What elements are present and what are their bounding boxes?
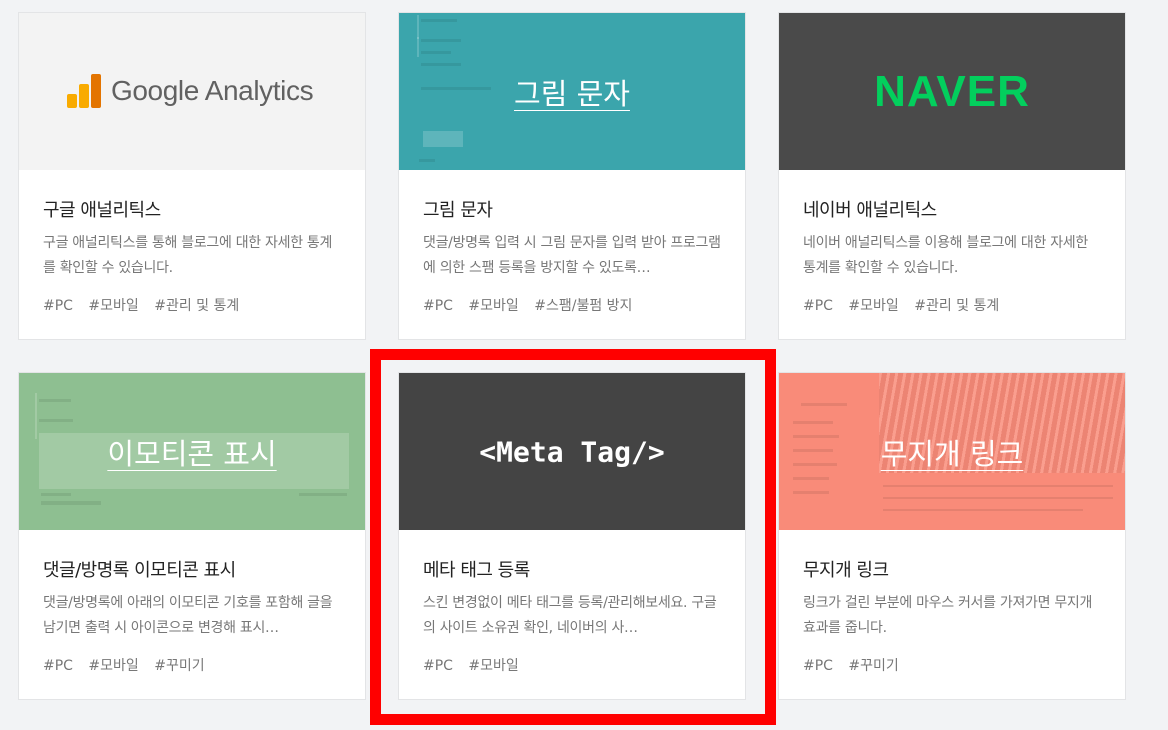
card-thumbnail: <Meta Tag/>: [399, 373, 745, 530]
card-thumbnail: 무지개 링크: [779, 373, 1125, 530]
card-tags: #PC #모바일 #스팸/불펌 방지: [423, 295, 721, 315]
plugin-card-meta-tag[interactable]: <Meta Tag/> 메타 태그 등록 스킨 변경없이 메타 태그를 등록/관…: [398, 372, 746, 700]
card-title: 구글 애널리틱스: [43, 200, 161, 221]
google-analytics-icon: [67, 74, 101, 108]
google-analytics-wordmark: Google Analytics: [111, 75, 314, 106]
plugin-card-google-analytics[interactable]: Google Analytics 구글 애널리틱스 구글 애널리틱스를 통해 블…: [18, 12, 366, 340]
card-tags: #PC #모바일 #관리 및 통계: [43, 295, 341, 315]
plugin-grid: Google Analytics 구글 애널리틱스 구글 애널리틱스를 통해 블…: [0, 0, 1168, 730]
naver-logo: NAVER: [874, 66, 1030, 116]
tag[interactable]: #관리 및 통계: [154, 298, 239, 314]
card-thumbnail: 이모티콘 표시: [19, 373, 365, 530]
card-title: 그림 문자: [423, 200, 493, 221]
thumbnail-label: 무지개 링크: [880, 436, 1024, 471]
tag[interactable]: #모바일: [88, 658, 138, 674]
card-description: 댓글/방명록에 아래의 이모티콘 기호를 포함해 글을 남기면 출력 시 아이콘…: [43, 595, 333, 636]
tag[interactable]: #모바일: [468, 658, 518, 674]
plugin-card-captcha[interactable]: 그림 문자 그림 문자 댓글/방명록 입력 시 그림 문자를 입력 받아 프로그…: [398, 12, 746, 340]
card-title: 댓글/방명록 이모티콘 표시: [43, 560, 236, 581]
meta-tag-wordmark: <Meta Tag/>: [479, 435, 665, 468]
tag[interactable]: #모바일: [848, 298, 898, 314]
tag[interactable]: #PC: [803, 298, 833, 314]
card-description: 댓글/방명록 입력 시 그림 문자를 입력 받아 프로그램에 의한 스팸 등록을…: [423, 235, 721, 276]
card-tags: #PC #꾸미기: [803, 655, 1101, 675]
card-description: 스킨 변경없이 메타 태그를 등록/관리해보세요. 구글의 사이트 소유권 확인…: [423, 595, 717, 636]
card-title: 메타 태그 등록: [423, 560, 530, 581]
tag[interactable]: #PC: [43, 658, 73, 674]
card-tags: #PC #모바일: [423, 655, 721, 675]
card-description: 네이버 애널리틱스를 이용해 블로그에 대한 자세한 통계를 확인할 수 있습니…: [803, 235, 1088, 276]
card-thumbnail: 그림 문자: [399, 13, 745, 170]
tag[interactable]: #PC: [423, 298, 453, 314]
tag[interactable]: #PC: [803, 658, 833, 674]
tag[interactable]: #꾸미기: [848, 658, 898, 674]
tag[interactable]: #모바일: [468, 298, 518, 314]
card-tags: #PC #모바일 #꾸미기: [43, 655, 341, 675]
card-description: 구글 애널리틱스를 통해 블로그에 대한 자세한 통계를 확인할 수 있습니다.: [43, 235, 333, 276]
card-tags: #PC #모바일 #관리 및 통계: [803, 295, 1101, 315]
thumbnail-label: 그림 문자: [514, 76, 630, 111]
tag[interactable]: #모바일: [88, 298, 138, 314]
plugin-card-emoticon[interactable]: 이모티콘 표시 댓글/방명록 이모티콘 표시 댓글/방명록에 아래의 이모티콘 …: [18, 372, 366, 700]
thumbnail-label: 이모티콘 표시: [107, 436, 277, 471]
plugin-card-rainbow-link[interactable]: 무지개 링크 무지개 링크 링크가 걸린 부분에 마우스 커서를 가져가면 무지…: [778, 372, 1126, 700]
card-thumbnail: NAVER: [779, 13, 1125, 170]
card-title: 무지개 링크: [803, 560, 889, 581]
google-analytics-logo: Google Analytics: [67, 74, 314, 108]
card-thumbnail: Google Analytics: [19, 13, 365, 170]
tag[interactable]: #PC: [423, 658, 453, 674]
tag[interactable]: #관리 및 통계: [914, 298, 999, 314]
card-description: 링크가 걸린 부분에 마우스 커서를 가져가면 무지개 효과를 줍니다.: [803, 595, 1093, 636]
plugin-card-naver-analytics[interactable]: NAVER 네이버 애널리틱스 네이버 애널리틱스를 이용해 블로그에 대한 자…: [778, 12, 1126, 340]
tag[interactable]: #꾸미기: [154, 658, 204, 674]
tag[interactable]: #스팸/불펌 방지: [534, 298, 632, 314]
card-title: 네이버 애널리틱스: [803, 200, 937, 221]
tag[interactable]: #PC: [43, 298, 73, 314]
